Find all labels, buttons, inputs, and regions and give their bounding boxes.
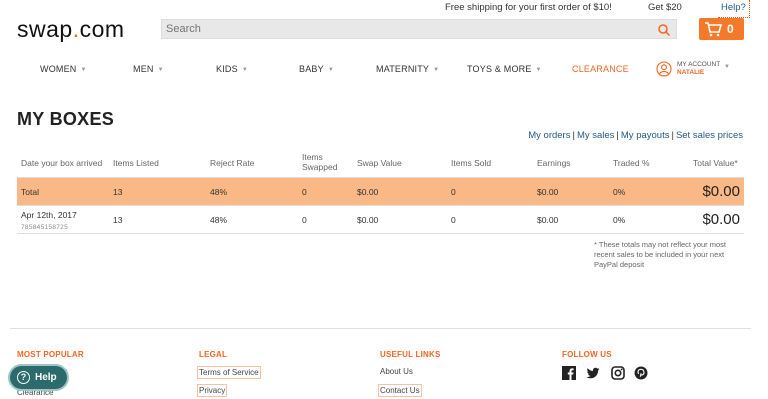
- total-items-sold: 0: [451, 187, 456, 197]
- account-sublinks: My orders | My sales | My payouts | Set sales …: [528, 130, 743, 141]
- row-items-sold: 0: [451, 215, 456, 225]
- nav-maternity[interactable]: MATERNITY ▼: [376, 64, 439, 74]
- row-items-listed: 13: [113, 215, 123, 225]
- my-payouts-link[interactable]: My payouts: [621, 130, 670, 141]
- col-total-value: Total Value*: [693, 158, 738, 168]
- total-total-value: $0.00: [702, 183, 740, 200]
- search-bar: [161, 19, 677, 39]
- chevron-down-icon: ▼: [724, 64, 730, 70]
- my-orders-link[interactable]: My orders: [528, 130, 570, 141]
- footer-heading-legal: LEGAL: [199, 350, 228, 359]
- cart-count: 0: [727, 22, 734, 36]
- nav-label: KIDS: [216, 64, 238, 74]
- twitter-icon[interactable]: [586, 366, 600, 380]
- nav-label: CLEARANCE: [572, 64, 629, 74]
- account-title: MY ACCOUNT: [677, 61, 721, 68]
- total-row: Total 13 48% 0 $0.00 0 $0.00 0% $0.00: [17, 178, 744, 206]
- search-icon[interactable]: [657, 23, 671, 37]
- table-row[interactable]: Apr 12th, 2017 785845158725 13 48% 0 $0.…: [17, 206, 744, 234]
- free-shipping-promo[interactable]: Free shipping for your first order of $1…: [445, 2, 612, 13]
- nav-women[interactable]: WOMEN ▼: [40, 64, 87, 74]
- search-input[interactable]: [166, 23, 646, 35]
- chevron-down-icon: ▼: [241, 67, 248, 73]
- row-box-id: 785845158725: [21, 224, 68, 231]
- contact-us-link[interactable]: Contact Us: [378, 384, 422, 397]
- footer-heading-follow-us: FOLLOW US: [562, 350, 612, 359]
- total-items-listed: 13: [113, 187, 123, 197]
- total-swap-value: $0.00: [357, 187, 379, 197]
- row-earnings: $0.00: [537, 215, 559, 225]
- nav-kids[interactable]: KIDS ▼: [216, 64, 248, 74]
- row-items-swapped: 0: [302, 215, 307, 225]
- col-reject-rate: Reject Rate: [210, 158, 255, 168]
- nav-label: TOYS & MORE: [467, 64, 532, 74]
- nav-label: MEN: [133, 64, 154, 74]
- total-reject-rate: 48%: [210, 187, 228, 197]
- user-icon: [656, 61, 672, 77]
- cart-button[interactable]: 0: [699, 18, 744, 40]
- chevron-down-icon: ▼: [157, 67, 164, 73]
- row-reject-rate: 48%: [210, 215, 228, 225]
- page-title: MY BOXES: [17, 109, 115, 129]
- chevron-down-icon: ▼: [433, 67, 440, 73]
- total-traded: 0%: [613, 187, 626, 197]
- set-sales-prices-link[interactable]: Set sales prices: [676, 130, 743, 141]
- nav-men[interactable]: MEN ▼: [133, 64, 164, 74]
- footer-divider: [10, 328, 751, 329]
- logo-text-left: swap: [17, 16, 73, 42]
- about-us-link[interactable]: About Us: [379, 366, 414, 377]
- row-traded: 0%: [613, 215, 626, 225]
- nav-label: WOMEN: [40, 64, 77, 74]
- instagram-icon[interactable]: [611, 366, 625, 380]
- boxes-table: Date your box arrived Items Listed Rejec…: [17, 148, 744, 234]
- col-swap-value: Swap Value: [357, 158, 402, 168]
- help-label: Help: [35, 372, 57, 383]
- get-20-link[interactable]: Get $20: [648, 2, 682, 13]
- row-total-value: $0.00: [702, 211, 740, 228]
- total-items-swapped: 0: [302, 187, 307, 197]
- cart-icon: [705, 22, 722, 37]
- account-name: NATALIE: [677, 69, 705, 76]
- facebook-icon[interactable]: [562, 366, 576, 380]
- help-link[interactable]: Help?: [718, 0, 750, 18]
- nav-label: MATERNITY: [376, 64, 430, 74]
- nav-baby[interactable]: BABY ▼: [299, 64, 334, 74]
- pinterest-icon[interactable]: [634, 366, 648, 380]
- col-earnings: Earnings: [537, 158, 571, 168]
- swap-logo[interactable]: swap.com: [17, 16, 125, 43]
- row-swap-value: $0.00: [357, 215, 379, 225]
- nav-clearance[interactable]: CLEARANCE: [572, 64, 629, 74]
- chevron-down-icon: ▼: [80, 67, 87, 73]
- chevron-down-icon: ▼: [535, 67, 542, 73]
- logo-dot: .: [72, 16, 80, 42]
- question-icon: ?: [17, 371, 30, 384]
- separator: |: [671, 130, 674, 141]
- col-items-swapped: Items Swapped: [302, 152, 338, 172]
- top-bar: Free shipping for your first order of $1…: [0, 0, 768, 18]
- logo-text-right: com: [79, 16, 125, 42]
- separator: |: [572, 130, 575, 141]
- help-chat-button[interactable]: ? Help: [8, 364, 69, 391]
- terms-of-service-link[interactable]: Terms of Service: [197, 366, 261, 379]
- main-nav: WOMEN ▼ MEN ▼ KIDS ▼ BABY ▼ MATERNITY ▼ TOYS …: [0, 62, 768, 78]
- footer-heading-most-popular: MOST POPULAR: [17, 350, 84, 359]
- nav-toys-more[interactable]: TOYS & MORE ▼: [467, 64, 542, 74]
- col-items-sold: Items Sold: [451, 158, 492, 168]
- row-date: Apr 12th, 2017: [21, 210, 77, 220]
- total-label: Total: [21, 187, 39, 197]
- col-items-listed: Items Listed: [113, 158, 159, 168]
- col-date: Date your box arrived: [21, 158, 103, 168]
- separator: |: [616, 130, 619, 141]
- chevron-down-icon: ▼: [327, 67, 334, 73]
- footer-heading-useful-links: USEFUL LINKS: [380, 350, 441, 359]
- privacy-link[interactable]: Privacy: [197, 384, 228, 397]
- total-earnings: $0.00: [537, 187, 559, 197]
- nav-label: BABY: [299, 64, 324, 74]
- totals-disclaimer: * These totals may not reflect your most…: [594, 240, 727, 269]
- table-header: Date your box arrived Items Listed Rejec…: [17, 148, 744, 178]
- my-sales-link[interactable]: My sales: [577, 130, 614, 141]
- col-traded: Traded %: [613, 158, 650, 168]
